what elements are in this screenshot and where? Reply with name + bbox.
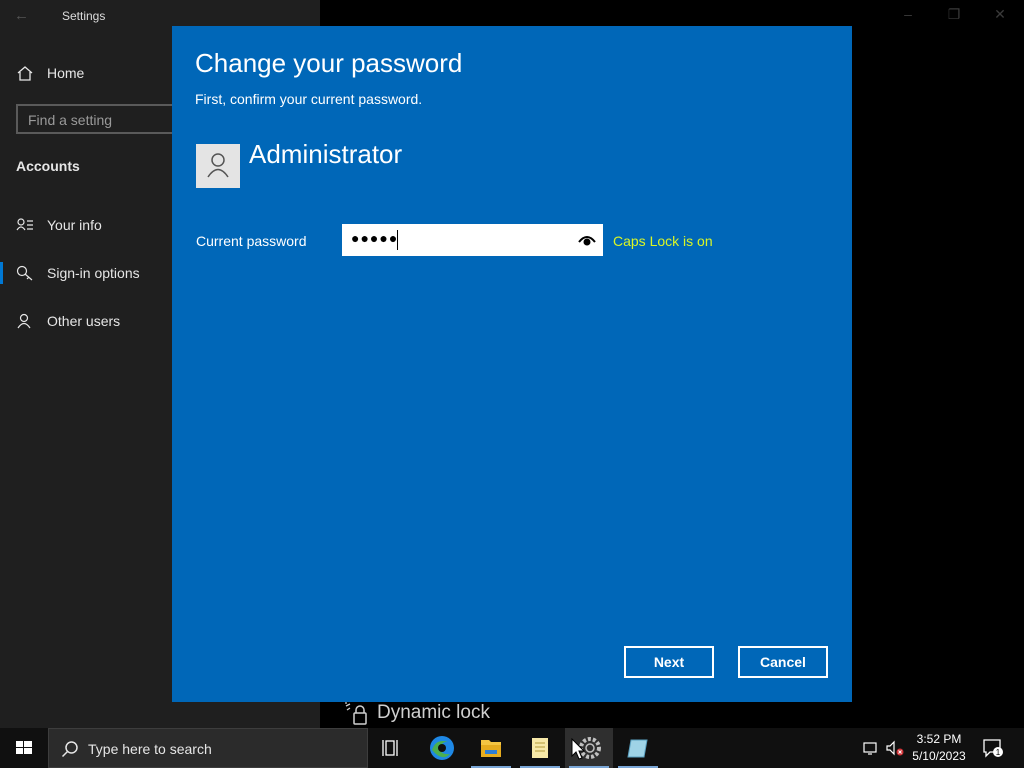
network-icon[interactable] — [861, 738, 881, 758]
nav-your-info-label: Your info — [47, 217, 102, 233]
password-mask: ●●●●● — [351, 230, 399, 246]
windows-logo-icon — [16, 741, 32, 754]
text-caret — [397, 230, 398, 250]
back-arrow-icon[interactable]: ← — [14, 7, 34, 25]
clock-date: 5/10/2023 — [912, 749, 966, 763]
find-setting-placeholder: Find a setting — [28, 112, 113, 128]
nav-your-info[interactable]: Your info — [0, 208, 172, 242]
dynamic-lock-icon — [345, 702, 367, 725]
taskbar-search-box[interactable]: Type here to search — [48, 728, 368, 768]
edge-button[interactable] — [418, 728, 466, 768]
remote-app-icon — [627, 739, 648, 758]
remote-app-button[interactable] — [614, 728, 662, 768]
restore-icon[interactable]: ❐ — [944, 6, 964, 26]
next-button[interactable]: Next — [624, 646, 714, 678]
nav-sign-in-options-label: Sign-in options — [47, 265, 140, 281]
find-setting-input[interactable]: Find a setting — [16, 104, 176, 134]
current-password-label: Current password — [196, 233, 307, 249]
caps-lock-warning: Caps Lock is on — [613, 233, 713, 249]
change-password-dialog: Change your password First, confirm your… — [172, 26, 852, 702]
cancel-button[interactable]: Cancel — [738, 646, 828, 678]
dynamic-lock-label: Dynamic lock — [377, 702, 490, 723]
user-avatar-icon — [207, 153, 229, 178]
nav-other-users-label: Other users — [47, 313, 121, 329]
file-explorer-button[interactable] — [467, 728, 515, 768]
close-icon[interactable]: ✕ — [990, 6, 1010, 26]
nav-other-users[interactable]: Other users — [0, 304, 172, 338]
notepad-button[interactable] — [516, 728, 564, 768]
home-icon — [17, 66, 33, 81]
section-accounts: Accounts — [16, 158, 80, 174]
task-view-button[interactable] — [368, 728, 416, 768]
app-title: Settings — [62, 9, 106, 23]
key-icon — [16, 265, 33, 281]
current-password-input[interactable]: ●●●●● — [342, 224, 603, 256]
notification-count: 1 — [996, 748, 1001, 757]
taskbar-search-placeholder: Type here to search — [88, 741, 212, 757]
taskbar: Type here to search 3:52 PM 5/10/2023 1 — [0, 728, 1024, 768]
search-icon — [61, 741, 78, 758]
file-explorer-icon — [481, 740, 501, 757]
system-clock[interactable]: 3:52 PM 5/10/2023 — [908, 731, 970, 765]
dialog-subtitle: First, confirm your current password. — [195, 91, 423, 107]
notepad-icon — [532, 738, 548, 758]
edge-icon — [430, 736, 454, 760]
nav-home-label: Home — [47, 65, 85, 81]
start-button[interactable] — [0, 728, 48, 768]
minimize-icon[interactable]: – — [898, 6, 918, 26]
person-card-icon — [16, 218, 33, 231]
dialog-title: Change your password — [195, 48, 463, 78]
mouse-cursor-icon — [571, 738, 585, 760]
clock-time: 3:52 PM — [916, 732, 962, 746]
avatar — [196, 144, 240, 188]
task-view-icon — [382, 740, 398, 756]
nav-home[interactable]: Home — [0, 56, 172, 90]
person-icon — [17, 313, 31, 329]
reveal-password-icon[interactable] — [578, 233, 596, 247]
user-name: Administrator — [249, 139, 403, 169]
nav-sign-in-options[interactable]: Sign-in options — [0, 256, 172, 290]
volume-muted-icon[interactable] — [885, 738, 905, 758]
notification-center-icon[interactable]: 1 — [982, 738, 1004, 758]
